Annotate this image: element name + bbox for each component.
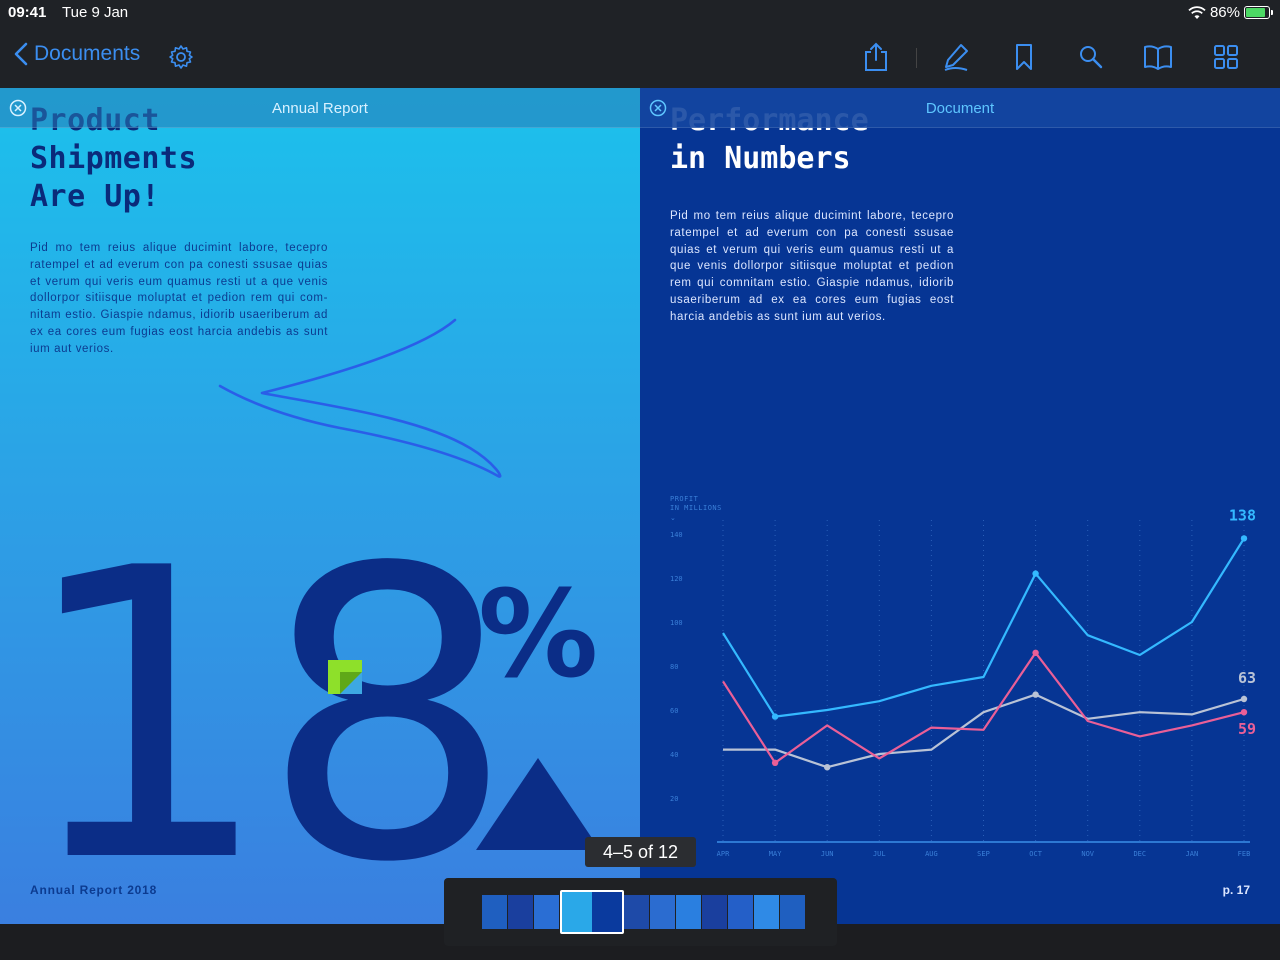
left-page-title: Annual Report — [272, 100, 368, 117]
thumbnail-grid-button[interactable] — [1210, 41, 1242, 73]
series-point-1 — [1032, 691, 1039, 698]
y-tick-label: 100 — [670, 619, 683, 627]
percent-symbol: % — [478, 566, 599, 705]
series-point-1 — [1240, 695, 1248, 703]
thumbnail[interactable] — [650, 895, 676, 929]
series-end-label-2: 59 — [1238, 720, 1256, 738]
left-page[interactable]: Annual Report Product Shipments Are Up! … — [0, 88, 640, 924]
series-end-label-0: 138 — [1229, 506, 1256, 524]
thumbnail[interactable] — [780, 895, 806, 929]
series-point-2 — [1240, 709, 1248, 716]
y-tick-label: 120 — [670, 575, 683, 583]
bookmark-button[interactable] — [1008, 41, 1040, 73]
x-tick-label: OCT — [1029, 850, 1042, 858]
thumbnail-list — [482, 890, 806, 934]
series-point-0 — [1032, 570, 1039, 577]
thumbnail[interactable] — [728, 895, 754, 929]
x-tick-label: AUG — [925, 850, 938, 858]
settings-button[interactable] — [165, 41, 197, 73]
thumbnail[interactable] — [508, 895, 534, 929]
toolbar: Documents — [0, 26, 1280, 88]
share-button[interactable] — [860, 41, 892, 73]
share-icon — [865, 42, 887, 71]
left-heading-line-2: Are Up! — [30, 179, 160, 214]
thumbnail[interactable] — [754, 895, 780, 929]
sticky-note-icon[interactable] — [328, 660, 362, 694]
y-tick-label: 60 — [670, 707, 678, 715]
bookmark-icon — [1016, 44, 1032, 70]
thumbnail[interactable] — [482, 895, 508, 929]
y-tick-label: 140 — [670, 531, 683, 539]
x-tick-label: JAN — [1186, 850, 1199, 858]
pen-icon — [944, 44, 968, 71]
book-icon — [1144, 45, 1172, 70]
y-tick-label: 40 — [670, 751, 678, 759]
wifi-icon — [1188, 5, 1206, 19]
annotate-button[interactable] — [940, 41, 972, 73]
x-tick-label: SEP — [977, 850, 990, 858]
grid-icon — [1214, 45, 1238, 69]
series-point-0 — [1240, 535, 1248, 542]
x-tick-label: APR — [717, 850, 730, 858]
gear-icon — [169, 45, 193, 69]
left-heading: Shipments Are Up! — [30, 140, 197, 216]
status-right: 86% — [1188, 4, 1273, 21]
search-icon — [1080, 46, 1103, 69]
left-page-footer: Annual Report 2018 — [30, 883, 158, 897]
status-date: Tue 9 Jan — [62, 4, 129, 21]
right-page-footer: p. 17 — [1222, 883, 1250, 897]
up-triangle-icon — [476, 758, 600, 850]
status-bar: 09:41 Tue 9 Jan 86% — [0, 0, 1280, 26]
reading-mode-button[interactable] — [1142, 41, 1174, 73]
right-page-header: Document — [640, 88, 1280, 128]
x-tick-label: FEB — [1238, 850, 1251, 858]
thumbnail-current[interactable] — [560, 890, 624, 934]
series-point-0 — [771, 713, 779, 720]
right-page-title: Document — [925, 100, 995, 117]
y-axis-label-line-2: IN MILLIONS — [670, 504, 722, 512]
series-point-2 — [771, 759, 779, 766]
status-time: 09:41 — [8, 4, 47, 21]
y-axis-arrow: ⌄ — [670, 514, 676, 522]
toolbar-divider — [916, 48, 917, 68]
search-button[interactable] — [1075, 41, 1107, 73]
series-point-1 — [824, 764, 831, 771]
right-page[interactable]: Document Performance in Numbers Pid mo t… — [640, 88, 1280, 924]
profit-line-chart: PROFITIN MILLIONS⌄020406080100120140APRM… — [670, 495, 1256, 858]
x-tick-label: MAY — [769, 850, 782, 858]
series-line-2 — [722, 651, 1245, 764]
thumbnail[interactable] — [534, 895, 560, 929]
left-page-header: Annual Report — [0, 88, 640, 128]
big-number: 18 — [18, 485, 515, 924]
thumbnail-strip[interactable] — [444, 878, 837, 946]
y-tick-label: 80 — [670, 663, 678, 671]
x-tick-label: NOV — [1081, 850, 1094, 858]
x-tick-label: JUN — [821, 850, 834, 858]
battery-icon — [1244, 6, 1273, 19]
series-end-label-1: 63 — [1238, 669, 1256, 687]
back-to-documents-button[interactable]: Documents — [14, 42, 140, 66]
back-label: Documents — [34, 42, 141, 65]
left-heading-line-1: Shipments — [30, 141, 198, 176]
battery-percentage: 86% — [1209, 4, 1240, 21]
x-tick-label: JUL — [873, 850, 886, 858]
x-tick-label: DEC — [1133, 850, 1146, 858]
page-indicator: 4–5 of 12 — [585, 837, 696, 867]
series-point-2 — [1032, 649, 1039, 656]
y-tick-label: 20 — [670, 795, 678, 803]
left-body-text: Pid mo tem reius alique ducimint labore,… — [30, 242, 328, 355]
chevron-left-icon — [14, 42, 28, 66]
thumbnail[interactable] — [676, 895, 702, 929]
thumbnail[interactable] — [702, 895, 728, 929]
y-axis-label-line-1: PROFIT — [670, 495, 699, 503]
thumbnail[interactable] — [624, 895, 650, 929]
